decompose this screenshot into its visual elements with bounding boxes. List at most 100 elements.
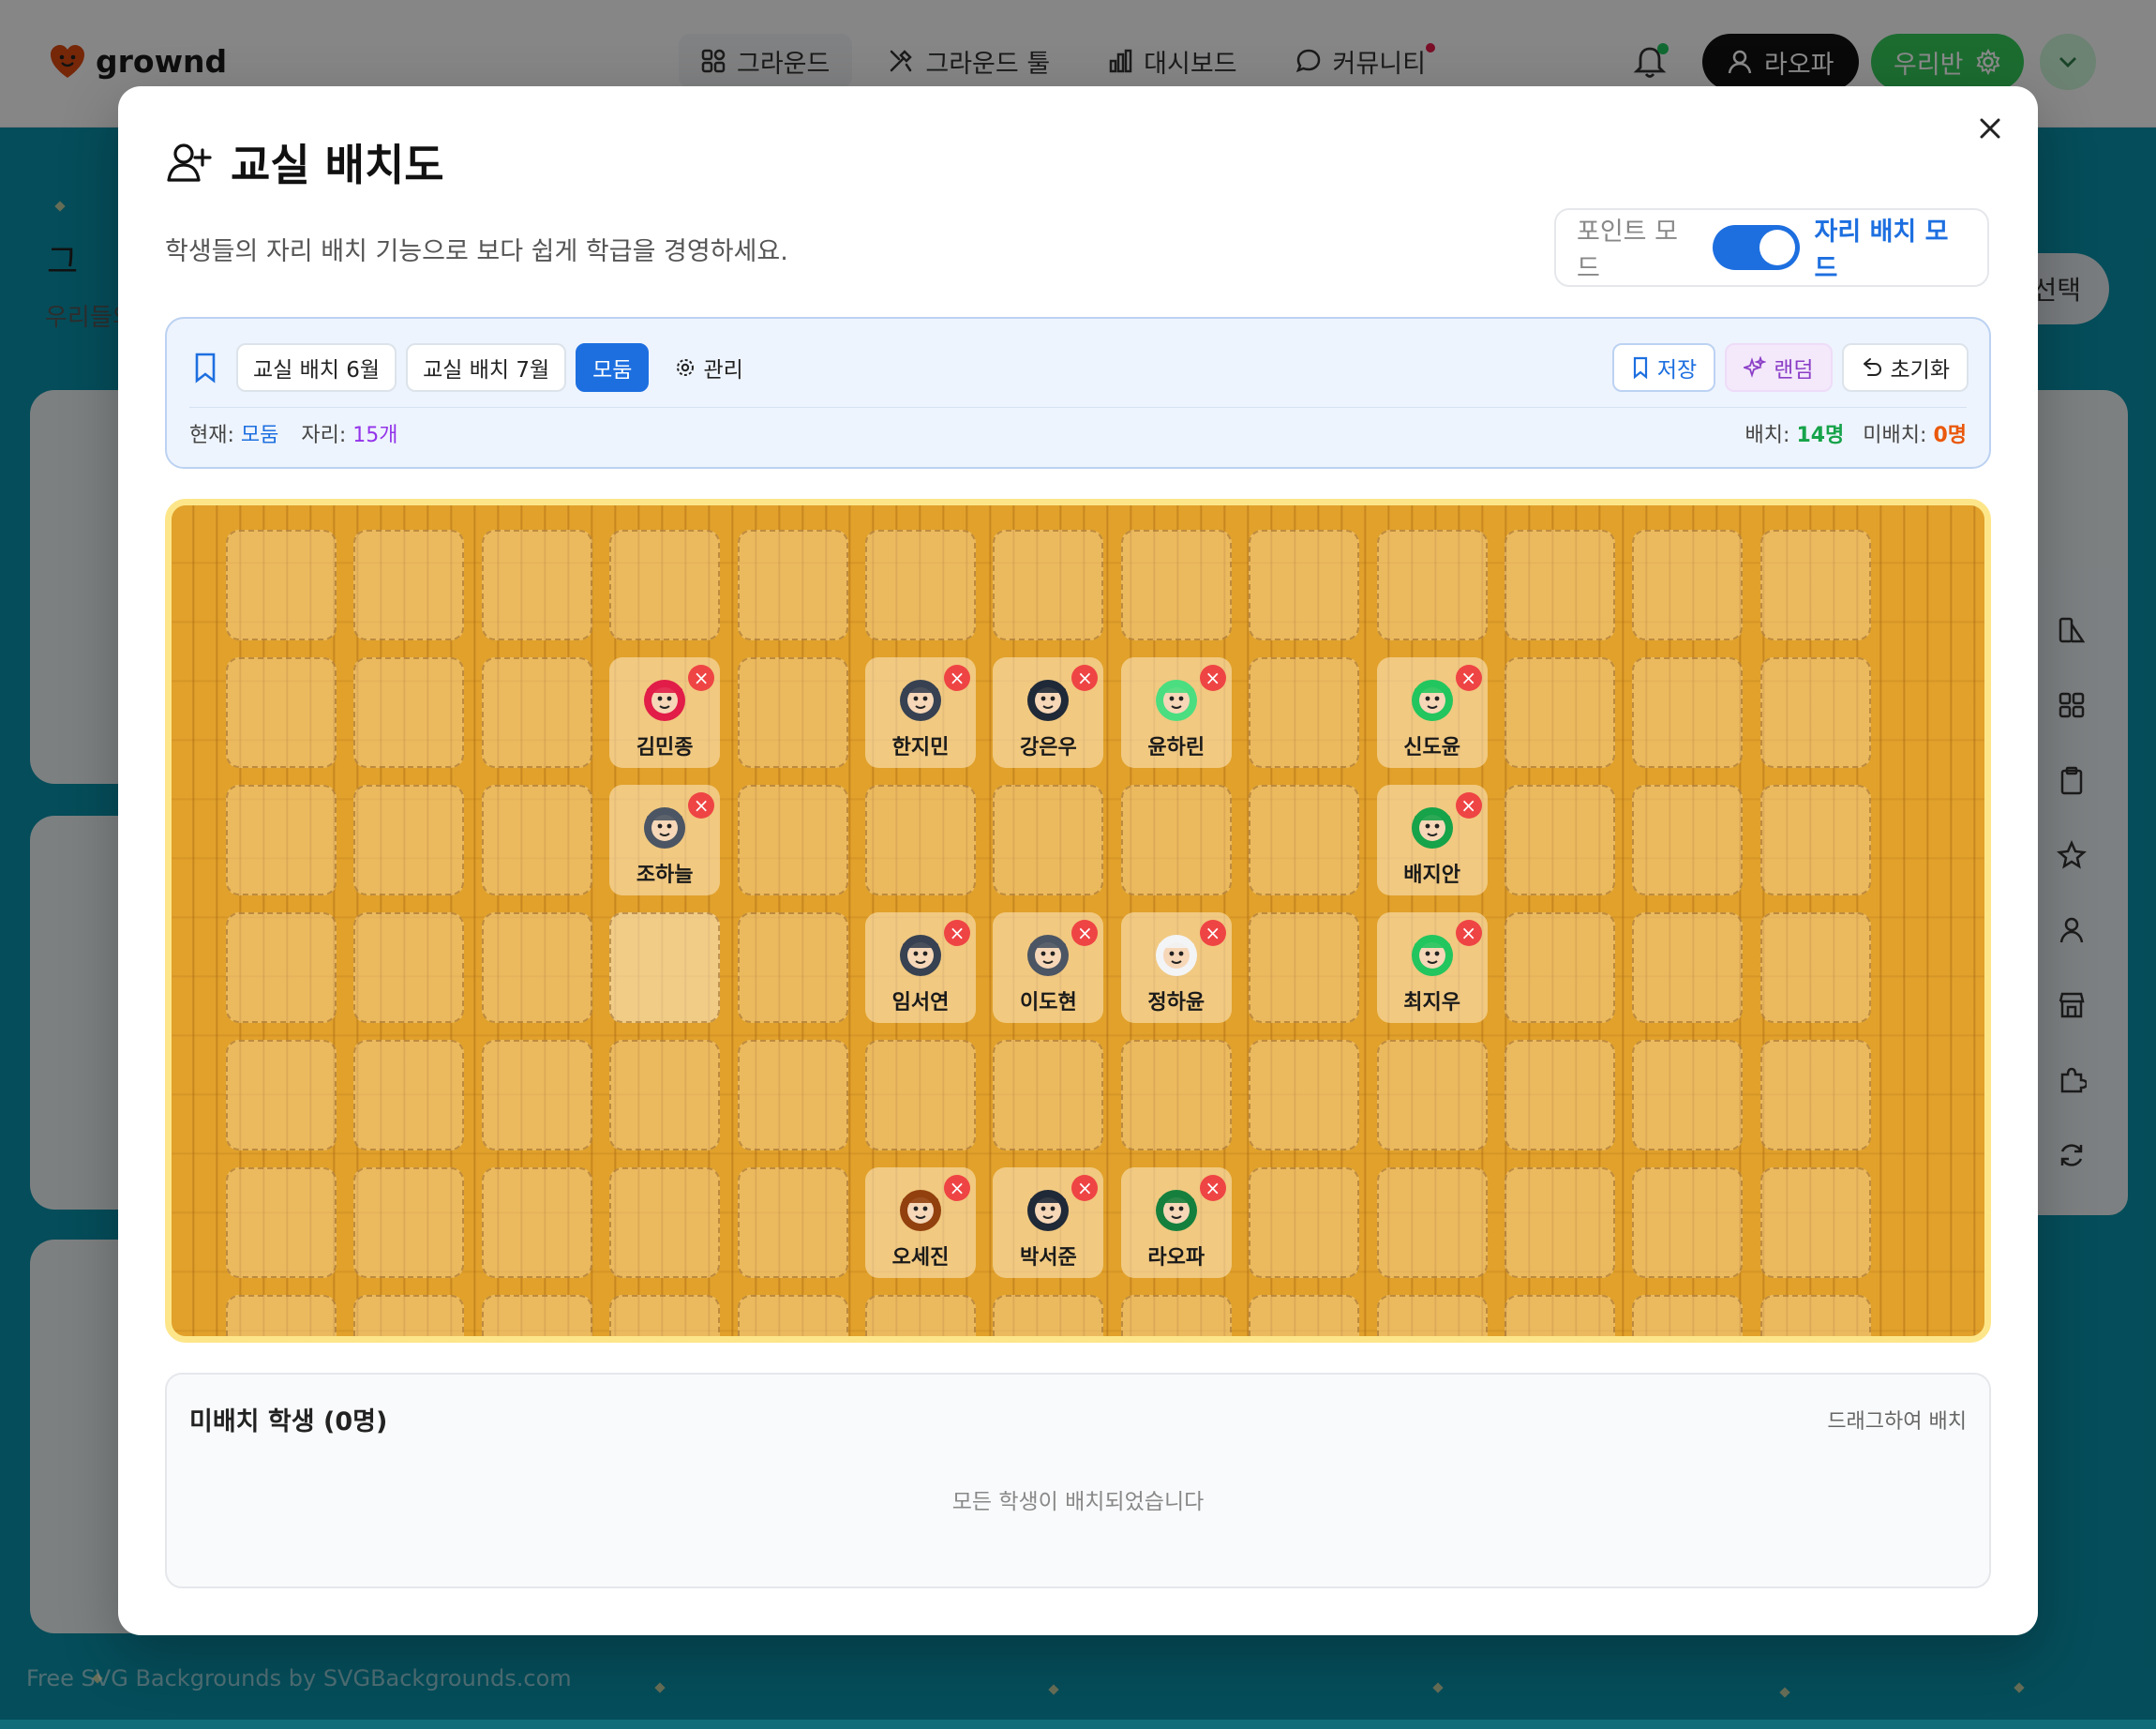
empty-seat[interactable] [481,785,592,895]
empty-seat[interactable] [865,1295,976,1336]
remove-student-icon[interactable]: × [688,665,715,691]
empty-seat[interactable] [1632,657,1744,768]
remove-student-icon[interactable]: × [1071,665,1099,691]
empty-seat[interactable] [1376,530,1488,640]
empty-seat[interactable] [353,1295,465,1336]
empty-seat[interactable] [226,1167,337,1278]
student-seat[interactable]: 정하윤 × [1120,912,1232,1023]
student-seat[interactable]: 한지민 × [865,657,976,768]
empty-seat[interactable] [226,785,337,895]
empty-seat[interactable] [1376,1167,1488,1278]
empty-seat[interactable] [1249,1167,1360,1278]
layout-tab-group[interactable]: 모둠 [576,343,650,392]
empty-seat[interactable] [481,1040,592,1150]
empty-seat[interactable] [865,785,976,895]
reset-button[interactable]: 초기화 [1841,343,1969,392]
empty-seat[interactable] [481,530,592,640]
student-seat[interactable]: 오세진 × [865,1167,976,1278]
empty-seat[interactable] [737,1167,848,1278]
remove-student-icon[interactable]: × [1199,920,1226,946]
empty-seat[interactable] [1505,912,1615,1023]
student-seat[interactable]: 강은우 × [993,657,1104,768]
remove-student-icon[interactable]: × [944,1175,970,1201]
empty-seat[interactable] [1632,1167,1744,1278]
empty-seat[interactable] [1632,1040,1744,1150]
empty-seat[interactable] [353,785,465,895]
empty-seat[interactable] [353,657,465,768]
empty-seat[interactable] [1759,1167,1871,1278]
student-seat[interactable]: 박서준 × [993,1167,1104,1278]
empty-seat[interactable] [737,912,848,1023]
empty-seat[interactable] [226,912,337,1023]
student-seat[interactable]: 배지안 × [1376,785,1488,895]
empty-seat[interactable] [1376,1040,1488,1150]
random-button[interactable]: 랜덤 [1725,343,1833,392]
empty-seat[interactable] [1249,785,1360,895]
student-seat[interactable]: 임서연 × [865,912,976,1023]
empty-seat[interactable] [1505,1040,1615,1150]
remove-student-icon[interactable]: × [1455,665,1482,691]
remove-student-icon[interactable]: × [944,665,970,691]
empty-seat[interactable] [1120,530,1232,640]
empty-seat[interactable] [609,1167,721,1278]
empty-seat[interactable] [353,912,465,1023]
empty-seat[interactable] [993,1295,1104,1336]
empty-seat[interactable] [1120,785,1232,895]
empty-seat[interactable] [1632,530,1744,640]
point-mode-label[interactable]: 포인트 모드 [1577,211,1698,284]
empty-seat[interactable] [481,912,592,1023]
empty-seat[interactable] [737,530,848,640]
remove-student-icon[interactable]: × [688,792,715,819]
empty-seat[interactable] [1505,1295,1615,1336]
student-seat[interactable]: 조하늘 × [609,785,721,895]
empty-seat[interactable] [865,530,976,640]
empty-seat[interactable] [609,1295,721,1336]
empty-seat[interactable] [609,912,721,1023]
empty-seat[interactable] [226,1295,337,1336]
empty-seat[interactable] [353,1040,465,1150]
empty-seat[interactable] [1759,785,1871,895]
empty-seat[interactable] [1505,530,1615,640]
empty-seat[interactable] [1759,1040,1871,1150]
empty-seat[interactable] [226,657,337,768]
remove-student-icon[interactable]: × [944,920,970,946]
close-icon[interactable] [1978,116,2002,141]
empty-seat[interactable] [353,530,465,640]
save-button[interactable]: 저장 [1611,343,1716,392]
empty-seat[interactable] [353,1167,465,1278]
empty-seat[interactable] [737,1295,848,1336]
empty-seat[interactable] [481,657,592,768]
empty-seat[interactable] [1249,1040,1360,1150]
empty-seat[interactable] [1249,530,1360,640]
empty-seat[interactable] [481,1167,592,1278]
student-seat[interactable]: 신도윤 × [1376,657,1488,768]
empty-seat[interactable] [1249,912,1360,1023]
empty-seat[interactable] [737,657,848,768]
empty-seat[interactable] [1505,1167,1615,1278]
empty-seat[interactable] [1759,530,1871,640]
remove-student-icon[interactable]: × [1199,665,1226,691]
layout-tab-july[interactable]: 교실 배치 7월 [406,343,567,392]
empty-seat[interactable] [1376,1295,1488,1336]
empty-seat[interactable] [609,1040,721,1150]
empty-seat[interactable] [226,1040,337,1150]
empty-seat[interactable] [993,1040,1104,1150]
empty-seat[interactable] [1120,1040,1232,1150]
empty-seat[interactable] [1632,1295,1744,1336]
empty-seat[interactable] [1632,912,1744,1023]
layout-tab-june[interactable]: 교실 배치 6월 [236,343,397,392]
empty-seat[interactable] [737,1040,848,1150]
empty-seat[interactable] [481,1295,592,1336]
empty-seat[interactable] [226,530,337,640]
student-seat[interactable]: 최지우 × [1376,912,1488,1023]
empty-seat[interactable] [993,530,1104,640]
empty-seat[interactable] [1759,657,1871,768]
remove-student-icon[interactable]: × [1071,1175,1099,1201]
remove-student-icon[interactable]: × [1455,920,1482,946]
empty-seat[interactable] [1505,657,1615,768]
student-seat[interactable]: 라오파 × [1120,1167,1232,1278]
remove-student-icon[interactable]: × [1455,792,1482,819]
student-seat[interactable]: 김민종 × [609,657,721,768]
empty-seat[interactable] [1249,657,1360,768]
empty-seat[interactable] [993,785,1104,895]
